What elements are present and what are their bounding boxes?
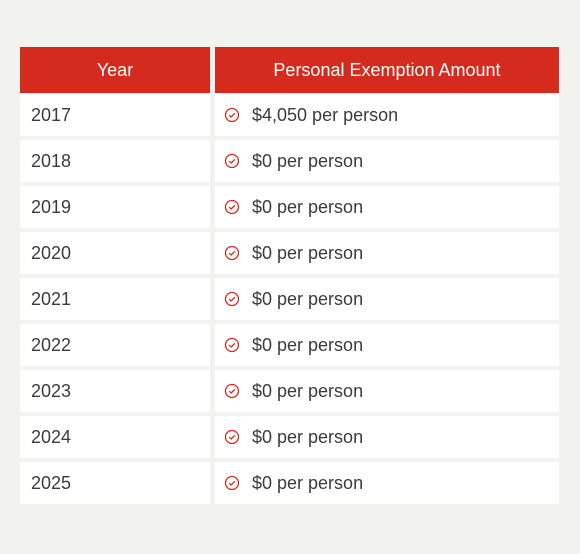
header-amount: Personal Exemption Amount <box>215 47 559 93</box>
amount-text: $0 per person <box>252 196 364 217</box>
check-circle-icon <box>224 337 240 353</box>
table-row: 2023 $0 per person <box>20 370 559 412</box>
year-cell: 2022 <box>20 324 210 366</box>
table-row: 2025 $0 per person <box>20 462 559 504</box>
amount-cell: $0 per person <box>215 370 559 412</box>
year-cell: 2023 <box>20 370 210 412</box>
table-header: Year Personal Exemption Amount <box>20 47 559 93</box>
check-circle-icon <box>224 291 240 307</box>
table-row: 2022 $0 per person <box>20 324 559 366</box>
amount-cell: $0 per person <box>215 186 559 228</box>
check-circle-icon <box>224 245 240 261</box>
table-row: 2017 $4,050 per person <box>20 94 559 136</box>
exemption-table: Year Personal Exemption Amount 2017 $4,05… <box>20 47 559 508</box>
amount-cell: $0 per person <box>215 416 559 458</box>
amount-text: $4,050 per person <box>252 104 399 125</box>
table-row: 2024 $0 per person <box>20 416 559 458</box>
amount-text: $0 per person <box>252 242 364 263</box>
check-circle-icon <box>224 153 240 169</box>
year-cell: 2017 <box>20 94 210 136</box>
amount-cell: $0 per person <box>215 278 559 320</box>
header-year: Year <box>20 47 210 93</box>
amount-cell: $4,050 per person <box>215 94 559 136</box>
check-circle-icon <box>224 199 240 215</box>
year-cell: 2020 <box>20 232 210 274</box>
check-circle-icon <box>224 429 240 445</box>
year-cell: 2018 <box>20 140 210 182</box>
amount-text: $0 per person <box>252 334 364 355</box>
table-row: 2019 $0 per person <box>20 186 559 228</box>
amount-cell: $0 per person <box>215 140 559 182</box>
year-cell: 2021 <box>20 278 210 320</box>
table-row: 2020 $0 per person <box>20 232 559 274</box>
check-circle-icon <box>224 383 240 399</box>
year-cell: 2025 <box>20 462 210 504</box>
amount-cell: $0 per person <box>215 232 559 274</box>
amount-text: $0 per person <box>252 380 364 401</box>
amount-cell: $0 per person <box>215 324 559 366</box>
amount-text: $0 per person <box>252 288 364 309</box>
year-cell: 2024 <box>20 416 210 458</box>
check-circle-icon <box>224 107 240 123</box>
check-circle-icon <box>224 475 240 491</box>
amount-cell: $0 per person <box>215 462 559 504</box>
amount-text: $0 per person <box>252 426 364 447</box>
table-row: 2018 $0 per person <box>20 140 559 182</box>
amount-text: $0 per person <box>252 472 364 493</box>
amount-text: $0 per person <box>252 150 364 171</box>
table-row: 2021 $0 per person <box>20 278 559 320</box>
year-cell: 2019 <box>20 186 210 228</box>
